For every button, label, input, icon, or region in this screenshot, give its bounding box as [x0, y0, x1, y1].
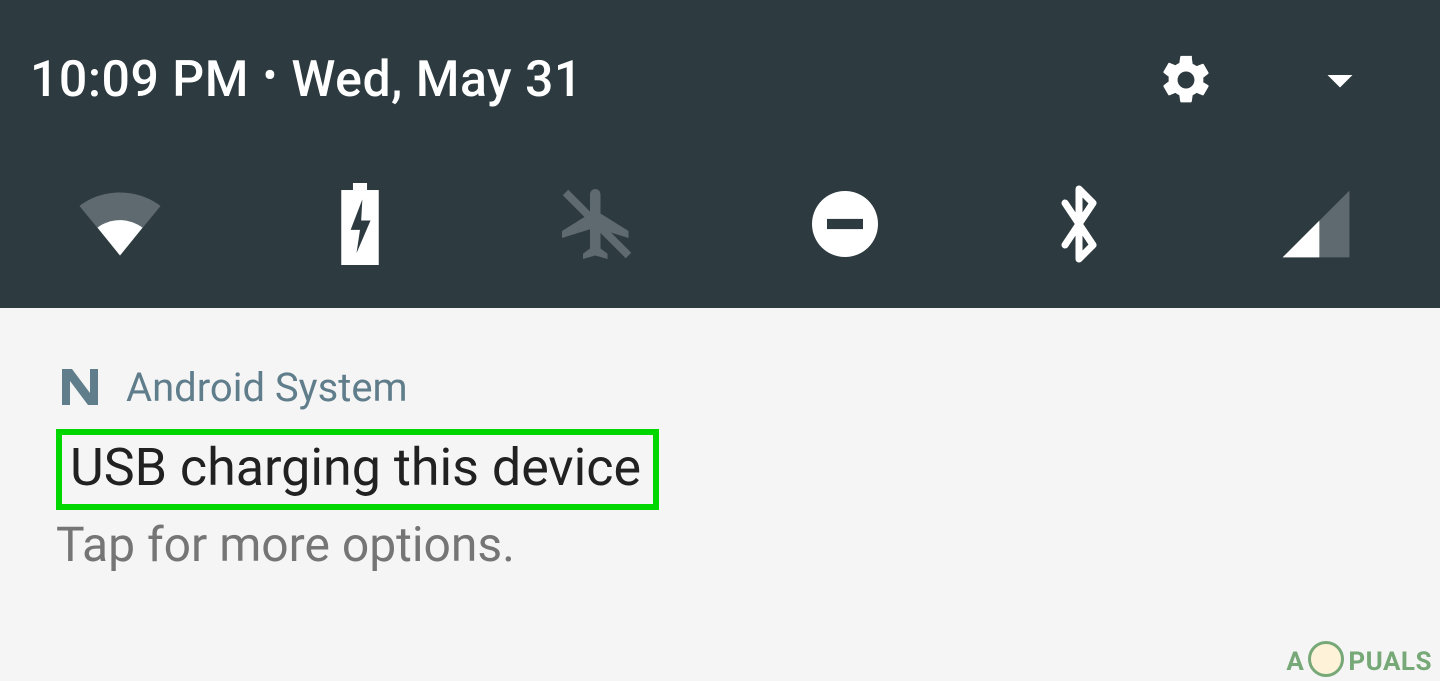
panel-header: 10:09 PM • Wed, May 31 — [30, 50, 1400, 110]
notification-title: USB charging this device — [70, 437, 641, 498]
watermark: A PUALS wsxdn.com — [1286, 641, 1432, 677]
do-not-disturb-icon — [809, 188, 881, 260]
quick-settings-row — [30, 180, 1400, 268]
wifi-icon — [75, 184, 165, 264]
qs-bluetooth-tile[interactable] — [1051, 180, 1107, 268]
qs-battery-tile[interactable] — [335, 183, 385, 265]
qs-airplane-tile[interactable] — [555, 182, 639, 266]
notification-app-name: Android System — [126, 364, 408, 411]
notification-card[interactable]: Android System USB charging this device … — [56, 363, 1384, 573]
expand-button[interactable] — [1310, 50, 1370, 110]
chevron-down-icon — [1310, 50, 1370, 110]
header-actions — [1157, 50, 1370, 110]
qs-wifi-tile[interactable] — [75, 184, 165, 264]
airplane-off-icon — [555, 182, 639, 266]
clock-date: Wed, May 31 — [291, 51, 582, 109]
time-date: 10:09 PM • Wed, May 31 — [30, 51, 583, 109]
notification-subtitle: Tap for more options. — [56, 516, 1384, 573]
qs-dnd-tile[interactable] — [809, 188, 881, 260]
gear-icon — [1157, 51, 1215, 109]
settings-button[interactable] — [1157, 51, 1215, 109]
highlight-box: USB charging this device — [56, 429, 659, 510]
cellular-signal-icon — [1277, 185, 1355, 263]
android-n-icon — [56, 363, 104, 411]
battery-charging-icon — [335, 183, 385, 265]
qs-cellular-tile[interactable] — [1277, 185, 1355, 263]
notification-area: Android System USB charging this device … — [0, 308, 1440, 573]
watermark-text-left: A — [1286, 647, 1304, 677]
watermark-face-icon — [1308, 641, 1344, 677]
clock-time: 10:09 PM — [30, 51, 249, 109]
bluetooth-icon — [1051, 180, 1107, 268]
quick-settings-panel: 10:09 PM • Wed, May 31 — [0, 0, 1440, 308]
watermark-text-right: PUALS — [1348, 647, 1432, 677]
notification-app-header: Android System — [56, 363, 1384, 411]
